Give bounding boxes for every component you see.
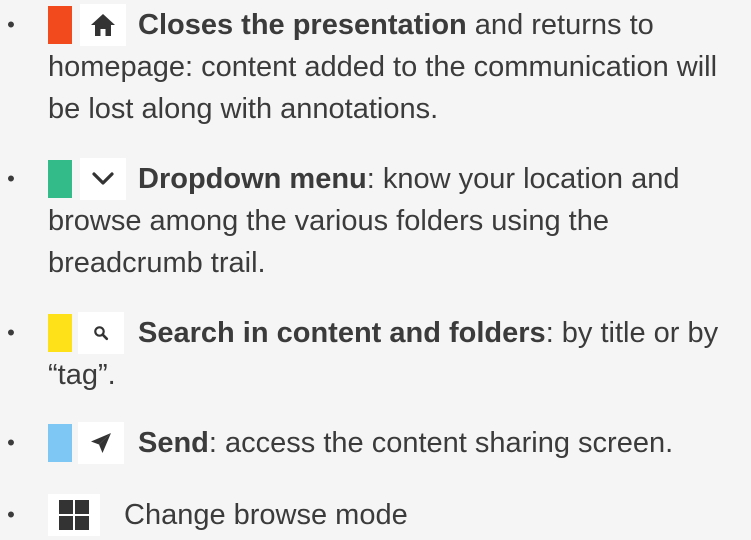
- item-text: Closes the presentation and returns to h…: [48, 4, 748, 130]
- item-title: Send: [138, 427, 209, 459]
- item-text: Search in content and folders: by title …: [48, 312, 748, 396]
- list-item-send: • Send: access the content sharing scree…: [0, 422, 751, 464]
- list-item-search: • Search in content and folders: by titl…: [0, 312, 751, 396]
- item-title: Closes the presentation: [138, 9, 467, 41]
- bullet: •: [7, 12, 15, 37]
- item-title: Search in content and folders: [138, 317, 546, 349]
- bullet: •: [7, 502, 15, 527]
- feature-list: • Closes the presentation and returns to…: [0, 0, 751, 540]
- item-title: Dropdown menu: [138, 163, 367, 195]
- list-item-browse-mode: • Change browse mode: [0, 494, 751, 536]
- bullet: •: [7, 430, 15, 455]
- item-description: : access the content sharing screen.: [208, 427, 674, 459]
- item-text: Change browse mode: [48, 494, 748, 536]
- bullet: •: [7, 320, 15, 345]
- list-item-home: • Closes the presentation and returns to…: [0, 4, 751, 130]
- list-item-dropdown: • Dropdown menu: know your location and …: [0, 158, 751, 284]
- item-text: Dropdown menu: know your location and br…: [48, 158, 748, 284]
- bullet: •: [7, 166, 15, 191]
- item-label: Change browse mode: [124, 499, 408, 531]
- item-text: Send: access the content sharing screen.: [48, 422, 748, 464]
